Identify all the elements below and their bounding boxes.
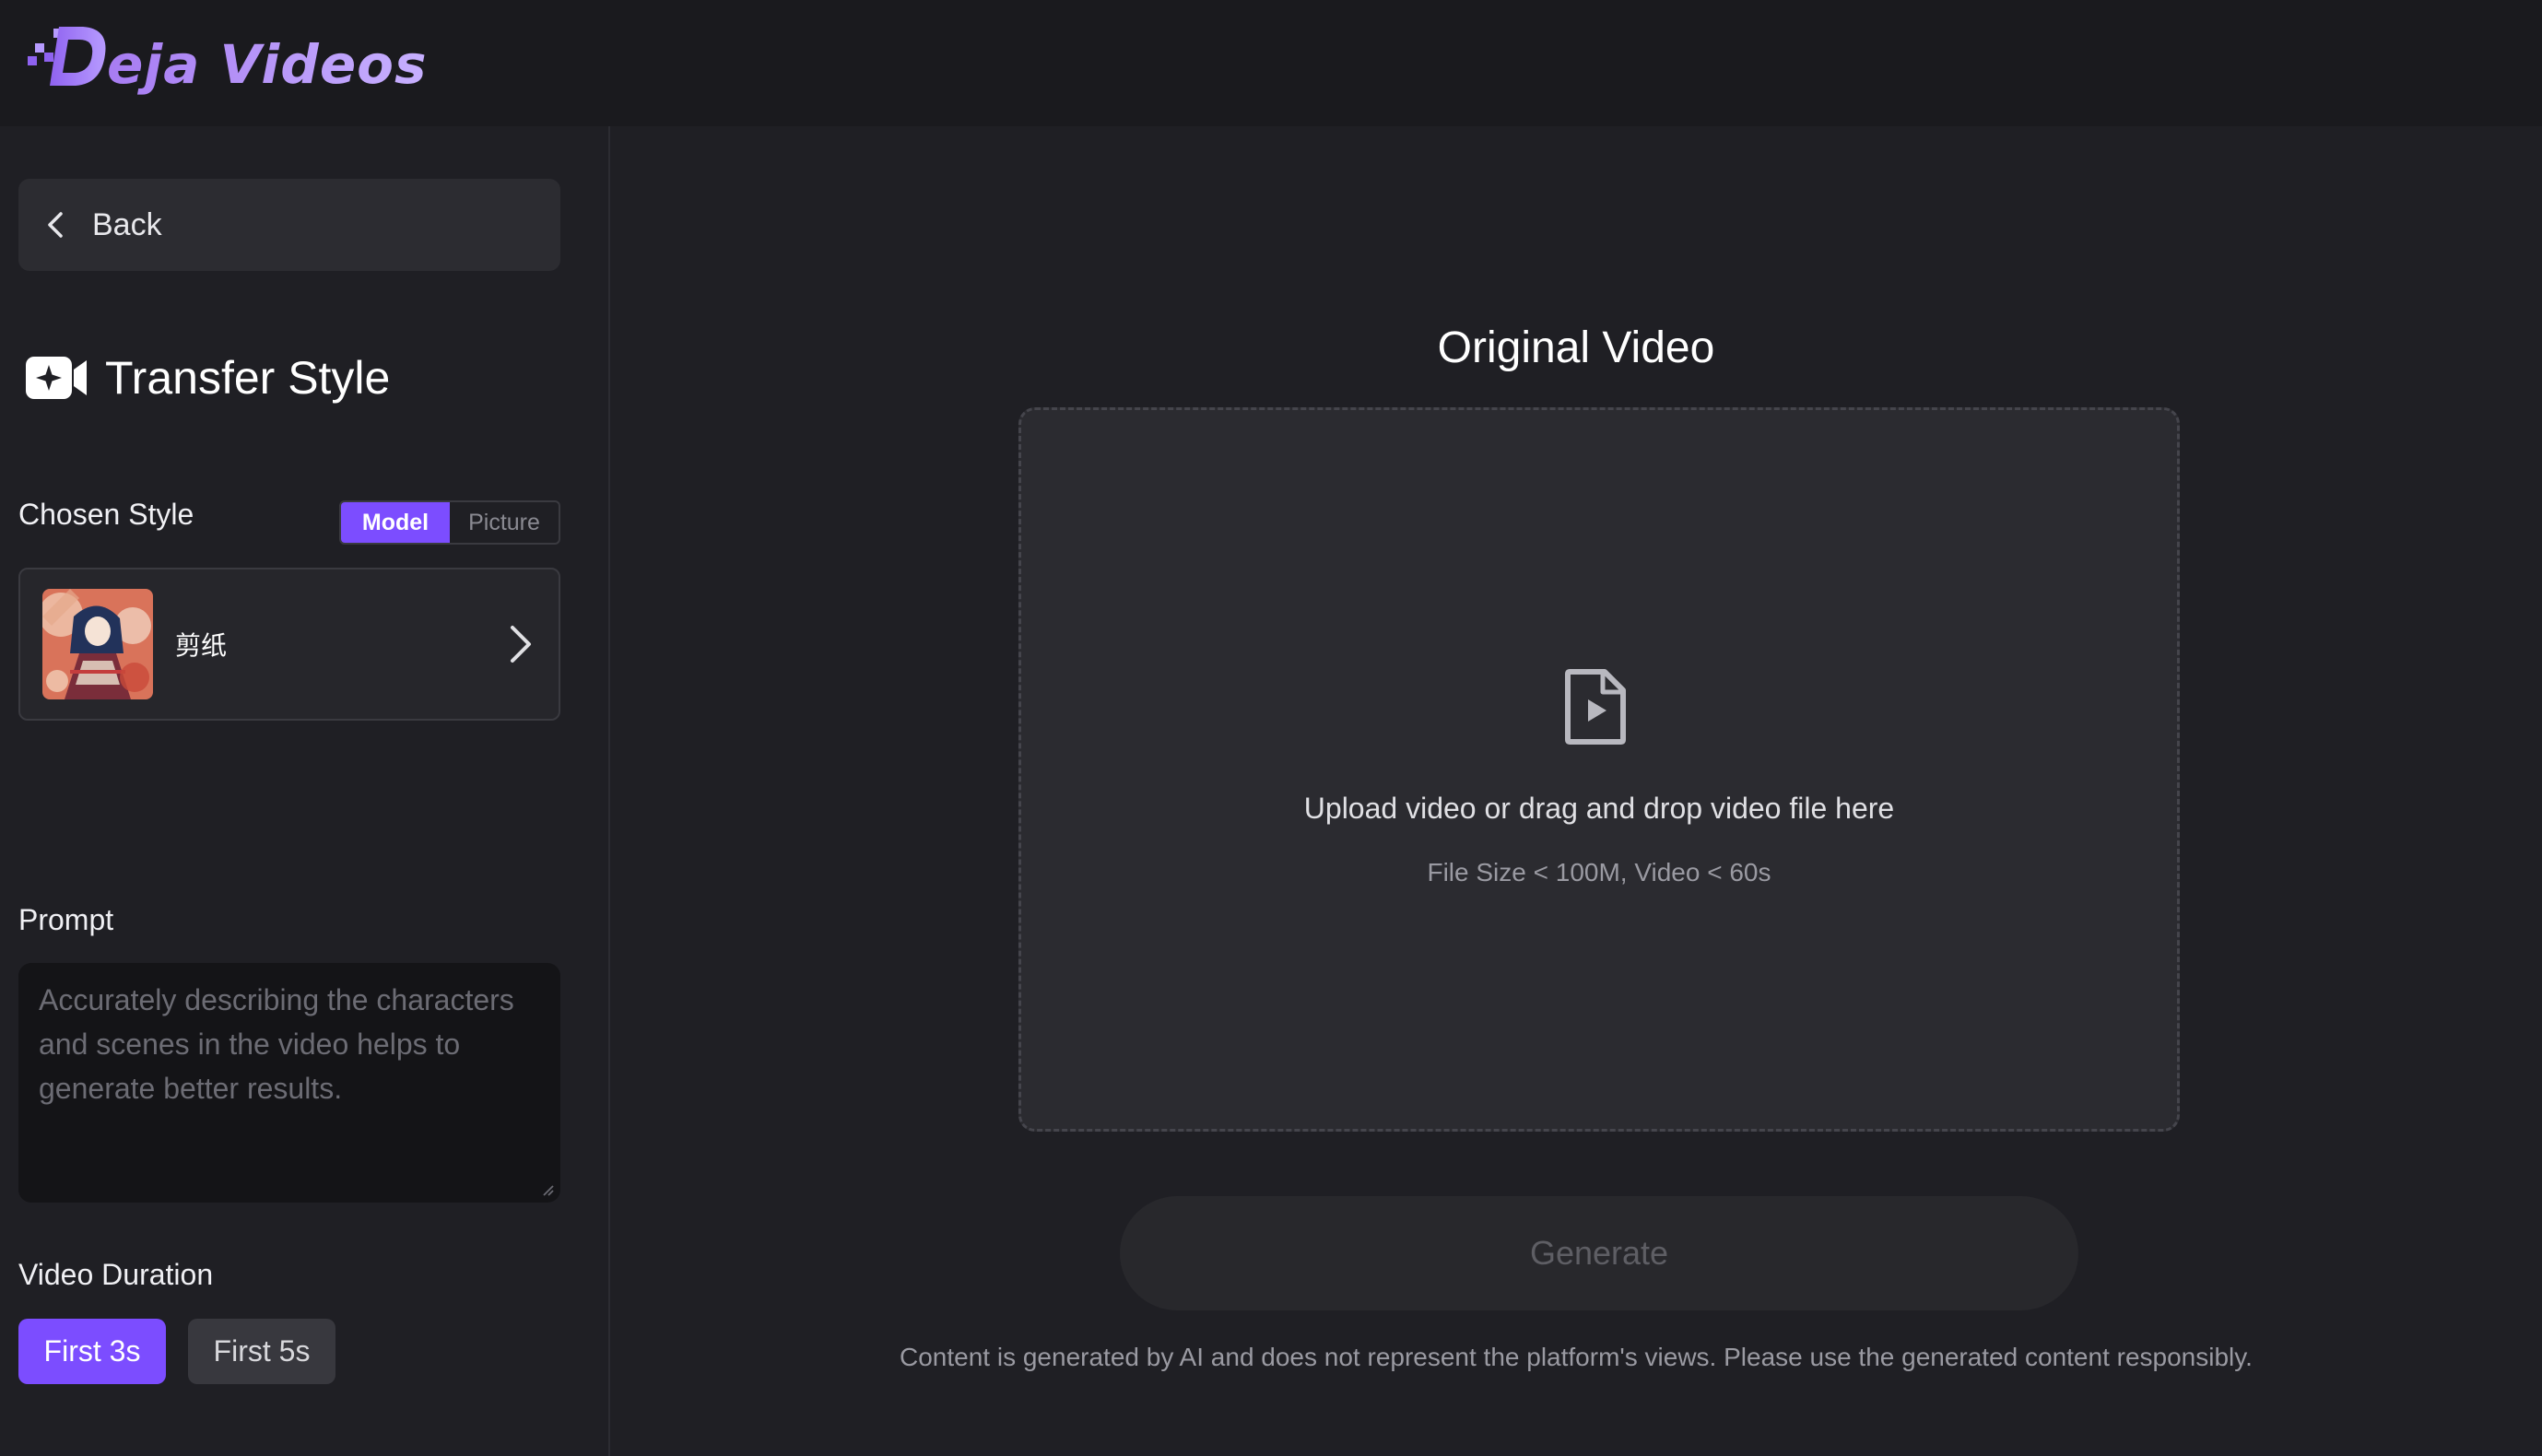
style-source-toggle[interactable]: Model Picture [339,500,560,545]
app-logo[interactable]: eja Videos [28,15,428,98]
ai-disclaimer: Content is generated by AI and does not … [900,1343,2253,1371]
resize-handle-icon[interactable] [540,1182,555,1197]
section-title-label: Transfer Style [105,352,391,404]
video-file-icon [1565,669,1626,745]
back-label: Back [92,206,162,242]
video-camera-sparkle-icon [26,357,87,399]
main-content: Original Video Upload video or drag and … [610,126,2542,1456]
duration-first-5s-button[interactable]: First 5s [188,1319,335,1384]
chosen-style-name: 剪纸 [175,631,228,660]
style-thumbnail [42,589,153,699]
sidebar: Back Transfer Style Chosen Style Model P… [0,126,610,1456]
chosen-style-card[interactable]: 剪纸 [18,568,560,721]
deja-logo-icon [28,27,106,86]
toggle-option-picture[interactable]: Picture [450,502,559,543]
section-title: Transfer Style [24,351,390,405]
video-upload-dropzone[interactable]: Upload video or drag and drop video file… [1018,407,2180,1132]
prompt-label: Prompt [18,903,114,936]
upload-limits: File Size < 100M, Video < 60s [1427,858,1771,887]
toggle-option-model[interactable]: Model [341,502,450,543]
chevron-right-icon [511,626,531,663]
video-duration-label: Video Duration [18,1258,214,1291]
chosen-style-label: Chosen Style [18,498,194,531]
prompt-box [18,963,560,1203]
prompt-input[interactable] [37,976,542,1190]
generate-button[interactable]: Generate [1120,1196,2078,1310]
chevron-left-icon [48,212,63,238]
back-button[interactable]: Back [18,179,560,271]
upload-instruction: Upload video or drag and drop video file… [1303,792,1895,825]
top-bar: eja Videos [0,0,2542,126]
original-video-title: Original Video [1437,323,1715,372]
logo-text: eja Videos [107,33,428,96]
duration-first-3s-button[interactable]: First 3s [18,1319,166,1384]
